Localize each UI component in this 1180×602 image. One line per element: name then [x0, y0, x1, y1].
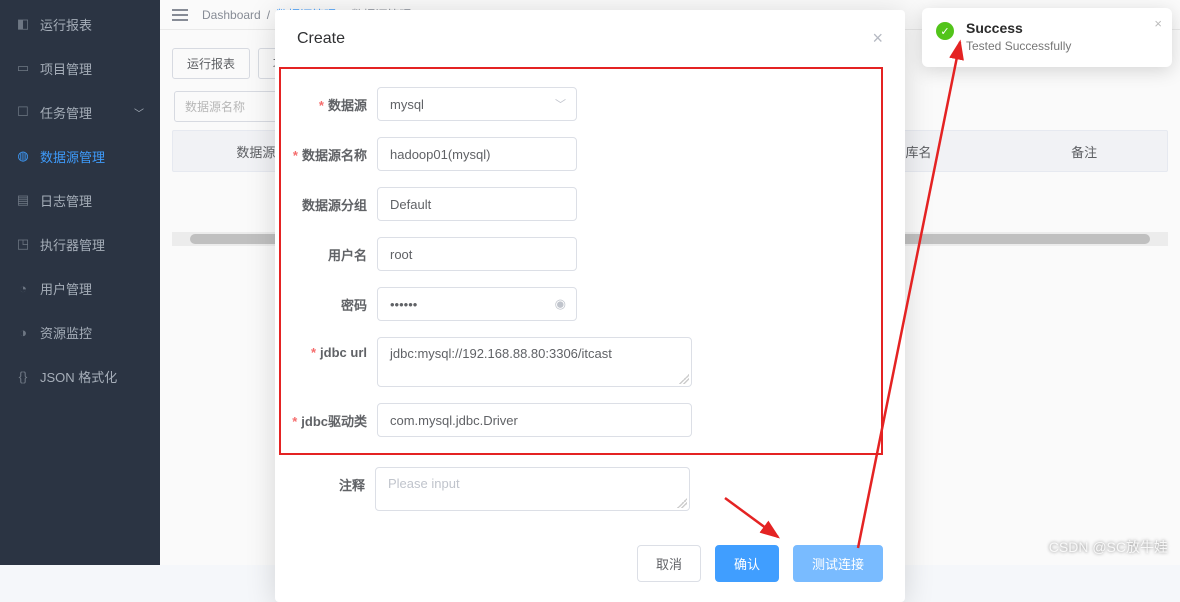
- close-icon[interactable]: ×: [872, 28, 883, 49]
- select-value: mysql: [390, 97, 424, 112]
- confirm-button[interactable]: 确认: [715, 545, 779, 582]
- chevron-down-icon: ﹀: [555, 96, 566, 112]
- label-group: 数据源分组: [281, 187, 377, 214]
- watermark: CSDN @SC放牛娃: [1049, 537, 1168, 557]
- label-user: 用户名: [281, 237, 377, 264]
- input-value: ••••••: [390, 297, 417, 312]
- success-toast: ✓ Success Tested Successfully ×: [922, 8, 1172, 67]
- test-connection-button[interactable]: 测试连接: [793, 545, 883, 582]
- toast-message: Tested Successfully: [966, 39, 1158, 53]
- select-datasource[interactable]: mysql ﹀: [377, 87, 577, 121]
- highlighted-box: 数据源 mysql ﹀ 数据源名称 hadoop01(mysql) 数据源分组 D…: [279, 67, 883, 455]
- label-driver: jdbc驱动类: [281, 403, 377, 430]
- success-check-icon: ✓: [936, 22, 954, 40]
- label-name: 数据源名称: [281, 137, 377, 164]
- input-value: hadoop01(mysql): [390, 147, 490, 162]
- input-driver[interactable]: com.mysql.jdbc.Driver: [377, 403, 692, 437]
- label-comment: 注释: [279, 467, 375, 494]
- eye-icon[interactable]: ◉: [555, 296, 566, 312]
- create-dialog: Create × 数据源 mysql ﹀ 数据源名称 hadoop01(mysql…: [275, 10, 905, 602]
- textarea-jdbc[interactable]: jdbc:mysql://192.168.88.80:3306/itcast: [377, 337, 692, 387]
- label-jdbc: jdbc url: [281, 337, 377, 360]
- resize-handle-icon[interactable]: [677, 498, 687, 508]
- label-datasource: 数据源: [281, 87, 377, 114]
- input-user[interactable]: root: [377, 237, 577, 271]
- input-group[interactable]: Default: [377, 187, 577, 221]
- cancel-button[interactable]: 取消: [637, 545, 701, 582]
- input-value: root: [390, 247, 412, 262]
- input-password[interactable]: •••••• ◉: [377, 287, 577, 321]
- toast-title: Success: [966, 20, 1158, 36]
- resize-handle-icon[interactable]: [679, 374, 689, 384]
- input-value: Default: [390, 197, 431, 212]
- placeholder-text: Please input: [388, 476, 460, 491]
- dialog-title: Create: [297, 30, 345, 48]
- label-password: 密码: [281, 287, 377, 314]
- toast-close-icon[interactable]: ×: [1154, 16, 1162, 31]
- input-value: com.mysql.jdbc.Driver: [390, 413, 518, 428]
- dialog-footer: 取消 确认 测试连接: [275, 545, 905, 602]
- textarea-comment[interactable]: Please input: [375, 467, 690, 511]
- dialog-header: Create ×: [275, 10, 905, 63]
- input-name[interactable]: hadoop01(mysql): [377, 137, 577, 171]
- input-value: jdbc:mysql://192.168.88.80:3306/itcast: [390, 346, 612, 361]
